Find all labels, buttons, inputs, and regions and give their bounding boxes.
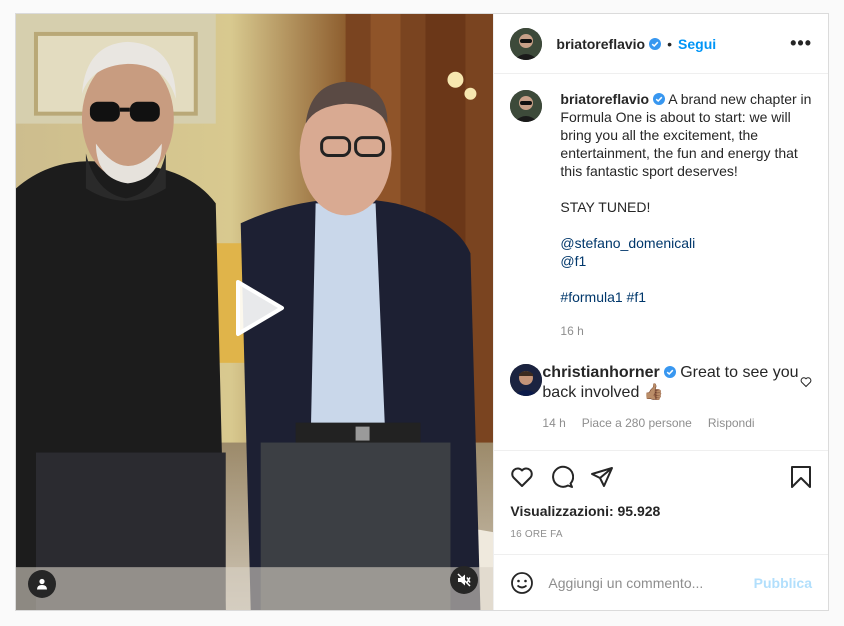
caption: briatoreflavio A brand new chapter in Fo… — [510, 90, 812, 340]
verified-icon — [653, 93, 666, 105]
comment-heart-icon[interactable] — [800, 376, 812, 388]
heart-icon[interactable] — [510, 465, 534, 489]
caption-line: A brand new chapter in — [668, 91, 812, 107]
caption-line: STAY TUNED! — [560, 199, 651, 215]
hashtag-link[interactable]: #formula1 #f1 — [560, 288, 811, 306]
bookmark-icon[interactable] — [790, 465, 812, 489]
caption-text: briatoreflavio A brand new chapter in Fo… — [560, 90, 811, 340]
comment-text: Great to see you — [680, 364, 799, 381]
verified-icon — [649, 37, 662, 50]
mute-icon[interactable] — [450, 566, 478, 594]
comment-likes[interactable]: Piace a 280 persone — [582, 416, 692, 430]
views-number: 95.928 — [617, 503, 661, 519]
comment-input[interactable] — [548, 574, 754, 591]
comment-icon[interactable] — [550, 465, 575, 489]
emoji-icon[interactable] — [510, 571, 534, 595]
user-tag-icon[interactable] — [28, 570, 56, 598]
caption-line: Formula One is about to start: we will — [560, 109, 791, 125]
post-author[interactable]: briatoreflavio — [556, 36, 645, 52]
comment-item: christianhorner Great to see you back in… — [510, 364, 812, 430]
caption-line: bring you all the excitement, the — [560, 127, 759, 143]
caption-line — [560, 216, 811, 234]
caption-line — [560, 180, 811, 198]
reply-button[interactable]: Rispondi — [708, 416, 755, 430]
comment-text: back involved 👍🏽 — [542, 384, 664, 401]
post-frame: briatoreflavio • Segui ••• briatoreflavi… — [15, 13, 829, 611]
post-sidebar: briatoreflavio • Segui ••• briatoreflavi… — [493, 14, 828, 610]
publish-button[interactable]: Pubblica — [754, 575, 812, 591]
caption-author[interactable]: briatoreflavio — [560, 91, 649, 107]
post-actions: Visualizzazioni: 95.928 16 ORE FA — [494, 450, 828, 554]
avatar[interactable] — [510, 27, 543, 60]
post-timestamp[interactable]: 16 ORE FA — [510, 529, 812, 540]
play-icon[interactable] — [224, 276, 288, 340]
caption-avatar[interactable] — [510, 90, 543, 122]
caption-line: this fantastic sport deserves! — [560, 163, 738, 179]
comment-body: christianhorner Great to see you back in… — [542, 364, 800, 430]
add-comment-bar: Pubblica — [494, 554, 828, 610]
comments-area: briatoreflavio A brand new chapter in Fo… — [494, 74, 828, 450]
verified-icon — [663, 366, 676, 378]
more-options-icon[interactable]: ••• — [790, 33, 812, 54]
views-count[interactable]: Visualizzazioni: 95.928 — [510, 503, 812, 519]
share-icon[interactable] — [590, 465, 614, 489]
caption-line — [560, 270, 811, 288]
comment-time[interactable]: 14 h — [542, 416, 565, 430]
separator-dot: • — [667, 35, 673, 52]
mention-link[interactable]: @stefano_domenicali — [560, 234, 811, 252]
caption-line: entertainment, the fun and energy that — [560, 145, 798, 161]
follow-button[interactable]: Segui — [678, 36, 716, 52]
video-player[interactable] — [16, 14, 494, 610]
commenter-avatar[interactable] — [510, 364, 543, 396]
comment-meta: 14 h Piace a 280 persone Rispondi — [542, 416, 800, 430]
mention-link[interactable]: @f1 — [560, 252, 811, 270]
views-label: Visualizzazioni: — [510, 503, 614, 519]
comment-author[interactable]: christianhorner — [542, 364, 659, 381]
post-header: briatoreflavio • Segui ••• — [494, 14, 828, 74]
caption-time[interactable]: 16 h — [560, 322, 811, 340]
